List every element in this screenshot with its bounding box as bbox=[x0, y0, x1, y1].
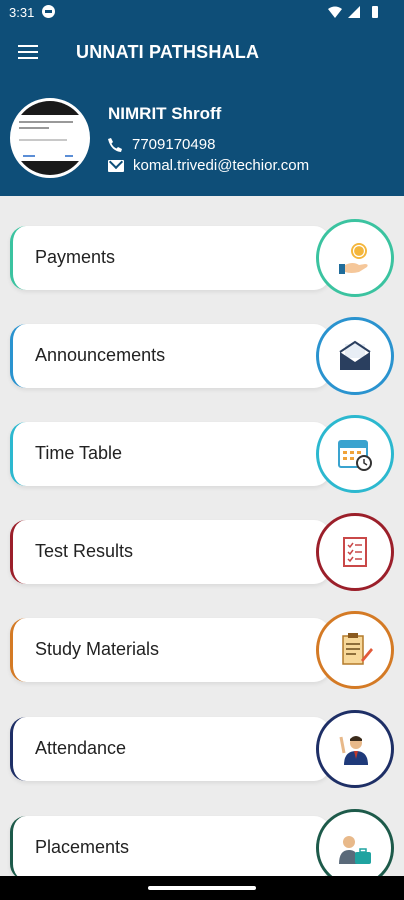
menu-label: Placements bbox=[35, 837, 130, 857]
menu-item-attendance[interactable]: Attendance bbox=[10, 710, 394, 788]
menu-item-study-materials[interactable]: Study Materials bbox=[10, 611, 394, 689]
mail-icon bbox=[108, 159, 124, 172]
profile-phone-number: 7709170498 bbox=[132, 136, 216, 153]
menu-label: Attendance bbox=[35, 738, 127, 758]
person-raised-hand-icon[interactable] bbox=[316, 710, 394, 788]
menu-item-time-table[interactable]: Time Table bbox=[10, 415, 394, 493]
menu-item-payments[interactable]: Payments bbox=[10, 219, 394, 297]
menu-card[interactable]: Announcements bbox=[10, 324, 330, 388]
menu-card[interactable]: Study Materials bbox=[10, 618, 330, 682]
menu-label: Payments bbox=[35, 247, 116, 267]
menu-label: Study Materials bbox=[35, 639, 160, 659]
home-gesture-handle[interactable] bbox=[148, 886, 256, 890]
notes-pencil-icon[interactable] bbox=[316, 611, 394, 689]
signal-icon bbox=[348, 6, 360, 18]
menu-icon[interactable] bbox=[18, 44, 38, 60]
profile-email-address: komal.trivedi@techior.com bbox=[133, 157, 310, 174]
menu-item-announcements[interactable]: Announcements bbox=[10, 317, 394, 395]
profile-header: NIMRIT Shroff 7709170498 komal.trivedi@t… bbox=[0, 80, 404, 196]
app-title: UNNATI PATHSHALA bbox=[76, 42, 260, 62]
profile-name: NIMRIT Shroff bbox=[108, 104, 222, 123]
phone-icon bbox=[108, 137, 122, 152]
envelope-icon[interactable] bbox=[316, 317, 394, 395]
clipboard-check-icon[interactable] bbox=[316, 513, 394, 591]
status-bar: 3:31 bbox=[0, 0, 404, 24]
avatar[interactable] bbox=[10, 98, 90, 178]
status-time: 3:31 bbox=[9, 5, 35, 20]
menu-label: Time Table bbox=[35, 443, 123, 463]
menu-card[interactable]: Attendance bbox=[10, 717, 330, 781]
menu-label: Test Results bbox=[35, 541, 134, 561]
menu-card[interactable]: Placements bbox=[10, 816, 330, 880]
battery-icon bbox=[372, 6, 378, 18]
menu-item-placements[interactable]: Placements bbox=[10, 809, 394, 887]
menu-card[interactable]: Payments bbox=[10, 226, 330, 290]
profile-phone: 7709170498 bbox=[108, 136, 215, 153]
profile-email: komal.trivedi@techior.com bbox=[108, 157, 309, 174]
hand-coin-icon[interactable] bbox=[316, 219, 394, 297]
menu-item-test-results[interactable]: Test Results bbox=[10, 513, 394, 591]
menu-label: Announcements bbox=[35, 345, 166, 365]
app-bar: UNNATI PATHSHALA bbox=[0, 24, 404, 80]
calendar-clock-icon[interactable] bbox=[316, 415, 394, 493]
notification-icon bbox=[42, 5, 55, 18]
navigation-bar bbox=[0, 876, 404, 900]
wifi-icon bbox=[328, 6, 342, 18]
menu-card[interactable]: Time Table bbox=[10, 422, 330, 486]
menu-card[interactable]: Test Results bbox=[10, 520, 330, 584]
